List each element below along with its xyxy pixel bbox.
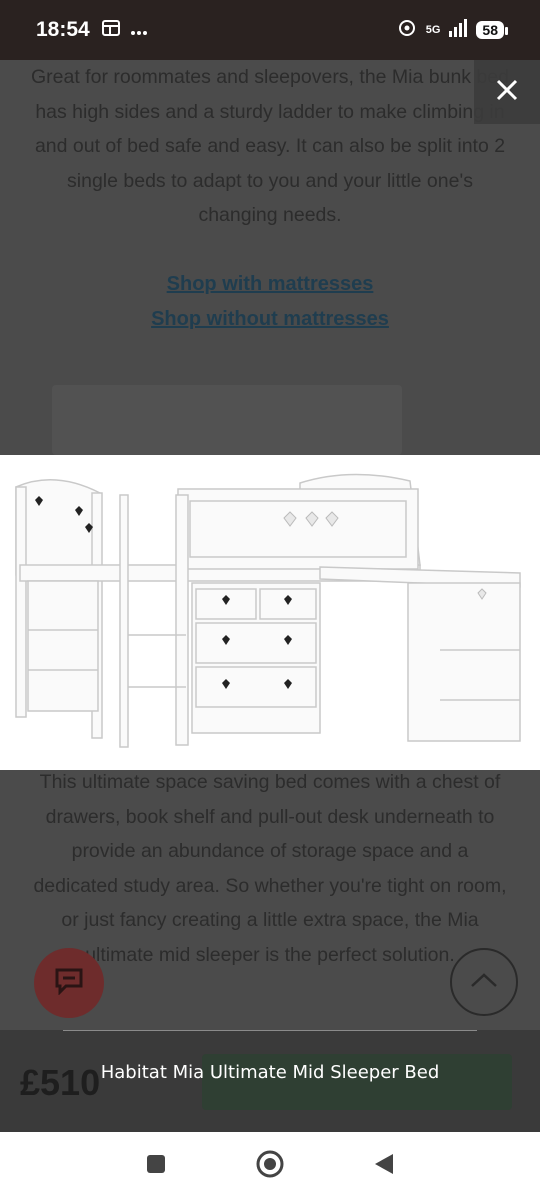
product-image[interactable] [0, 455, 540, 770]
more-dots-icon [130, 21, 148, 40]
battery-indicator: 58 [476, 21, 508, 39]
chat-icon [54, 967, 84, 999]
recents-button[interactable] [99, 1132, 213, 1200]
home-button[interactable] [213, 1132, 327, 1200]
network-type: 5G [425, 24, 441, 36]
back-triangle-icon [373, 1152, 395, 1180]
hotspot-icon [396, 19, 418, 42]
shop-with-mattresses-link[interactable]: Shop with mattresses [0, 267, 540, 302]
description-paragraph: This ultimate space saving bed comes wit… [33, 771, 507, 966]
close-viewer-button[interactable] [474, 60, 540, 124]
chevron-up-icon [469, 971, 499, 993]
close-icon [495, 78, 519, 106]
clock: 18:54 [36, 18, 90, 41]
intro-paragraph: Great for roommates and sleepovers, the … [31, 66, 509, 226]
dimmed-product-image [52, 385, 402, 455]
mid-sleeper-bed-illustration [15, 473, 521, 748]
caption-divider [63, 1030, 477, 1031]
home-circle-icon [255, 1149, 285, 1183]
scroll-to-top-button[interactable] [450, 948, 518, 1016]
square-icon [145, 1153, 167, 1179]
system-navigation-bar [0, 1132, 540, 1200]
back-button[interactable] [327, 1132, 441, 1200]
status-bar: 18:54 5G 58 [0, 0, 540, 60]
signal-icon [448, 18, 468, 42]
shop-without-mattresses-link[interactable]: Shop without mattresses [0, 302, 540, 337]
gallery-icon [101, 20, 120, 40]
shop-links: Shop with mattresses Shop without mattre… [0, 267, 540, 337]
chat-button[interactable] [34, 948, 104, 1018]
image-caption: Habitat Mia Ultimate Mid Sleeper Bed [100, 1062, 440, 1083]
